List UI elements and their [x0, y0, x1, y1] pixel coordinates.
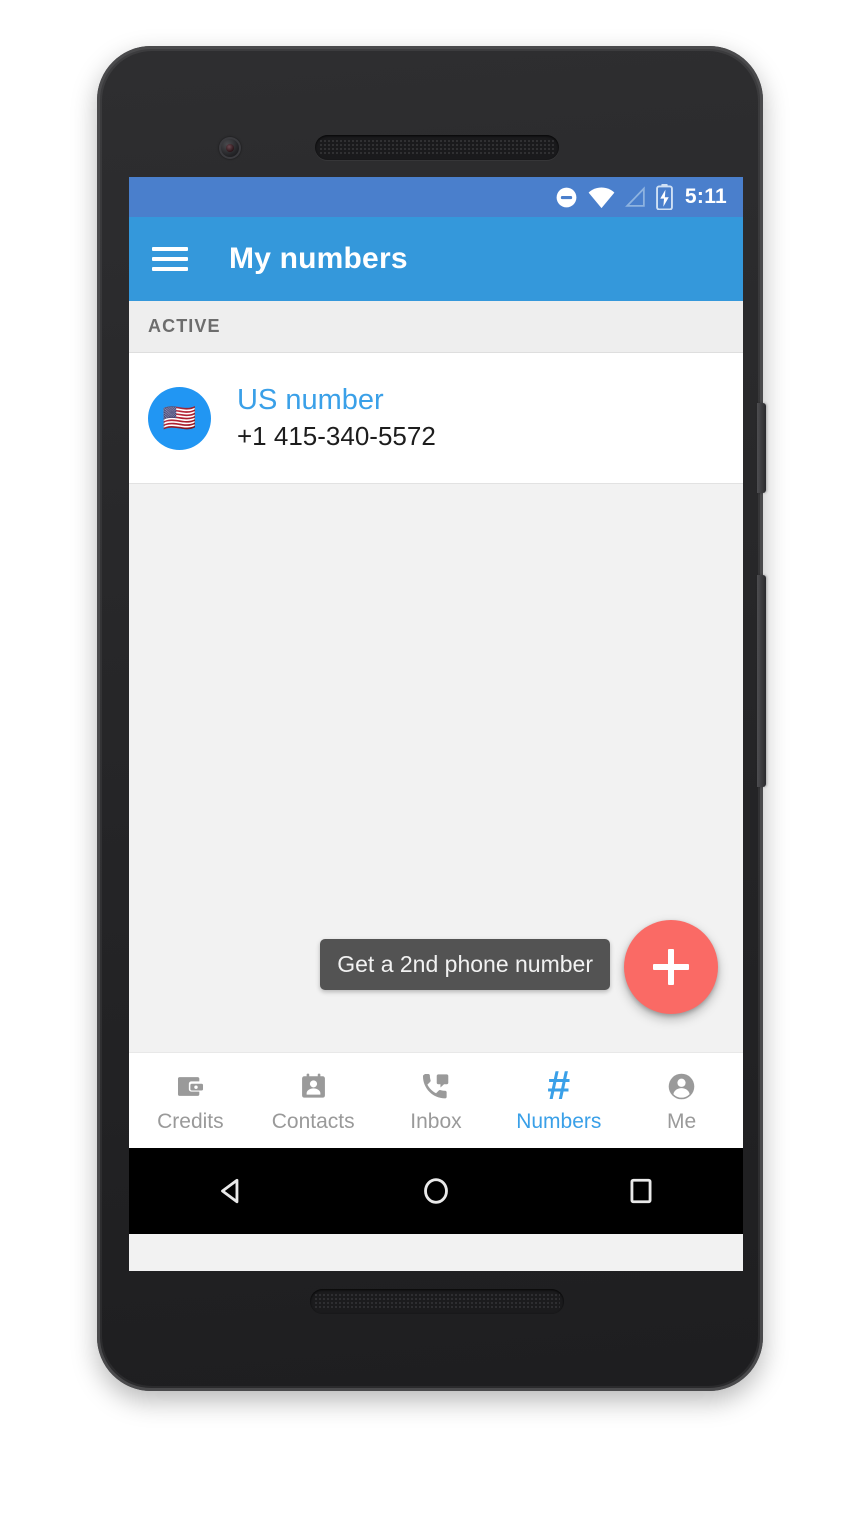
wifi-icon — [588, 185, 615, 210]
phone-screen: 5:11 My numbers ACTIVE 🇺🇸 US number +1 4… — [129, 177, 743, 1271]
bottom-navigation: Credits Contacts Inbox # Numbers Me — [129, 1052, 743, 1148]
do-not-disturb-icon — [554, 185, 579, 210]
add-number-fab[interactable] — [624, 920, 718, 1014]
section-header-active: ACTIVE — [129, 301, 743, 353]
earpiece-speaker-icon — [315, 135, 559, 160]
number-value: +1 415-340-5572 — [237, 421, 436, 452]
list-item[interactable]: 🇺🇸 US number +1 415-340-5572 — [129, 353, 743, 483]
status-time: 5:11 — [684, 185, 727, 208]
status-bar: 5:11 — [129, 177, 743, 217]
page-title: My numbers — [229, 242, 408, 275]
home-circle-icon[interactable] — [391, 1174, 481, 1208]
app-bar: My numbers — [129, 217, 743, 301]
plus-icon — [653, 949, 689, 985]
recents-square-icon[interactable] — [596, 1174, 686, 1208]
numbers-list: 🇺🇸 US number +1 415-340-5572 — [129, 353, 743, 484]
bottom-speaker-icon — [310, 1289, 564, 1314]
nav-item-numbers[interactable]: # Numbers — [497, 1062, 620, 1134]
screenshot-stage: 5:11 My numbers ACTIVE 🇺🇸 US number +1 4… — [0, 0, 860, 1532]
nav-item-inbox[interactable]: Inbox — [375, 1067, 498, 1134]
avatar: 🇺🇸 — [148, 386, 211, 450]
volume-rocker[interactable] — [757, 575, 766, 787]
front-camera-icon — [219, 137, 241, 159]
nav-label-numbers: Numbers — [516, 1110, 602, 1133]
wallet-icon — [174, 1067, 207, 1105]
nav-label-me: Me — [666, 1110, 697, 1133]
nav-label-inbox: Inbox — [410, 1110, 462, 1133]
nav-item-me[interactable]: Me — [620, 1067, 743, 1134]
fab-tooltip: Get a 2nd phone number — [320, 939, 610, 990]
nav-label-contacts: Contacts — [271, 1110, 355, 1133]
hamburger-menu-icon[interactable] — [152, 241, 188, 277]
nav-item-contacts[interactable]: Contacts — [252, 1067, 375, 1134]
cellular-signal-icon — [624, 185, 647, 209]
phone-device: 5:11 My numbers ACTIVE 🇺🇸 US number +1 4… — [97, 46, 766, 1391]
section-header-label: ACTIVE — [148, 316, 221, 336]
nav-item-credits[interactable]: Credits — [129, 1067, 252, 1134]
battery-charging-icon — [656, 184, 673, 210]
android-navigation-bar — [129, 1148, 743, 1234]
nav-label-credits: Credits — [157, 1110, 224, 1133]
phone-message-icon — [419, 1067, 452, 1105]
back-triangle-icon[interactable] — [186, 1174, 276, 1208]
power-button[interactable] — [757, 403, 766, 493]
person-icon — [665, 1067, 698, 1105]
hash-icon: # — [547, 1062, 571, 1108]
us-flag-icon: 🇺🇸 — [162, 402, 197, 433]
number-details: US number +1 415-340-5572 — [237, 383, 436, 453]
phone-body: 5:11 My numbers ACTIVE 🇺🇸 US number +1 4… — [102, 51, 766, 1386]
contact-card-icon — [297, 1067, 330, 1105]
number-label: US number — [237, 384, 384, 417]
content-area: Get a 2nd phone number — [129, 484, 743, 1052]
